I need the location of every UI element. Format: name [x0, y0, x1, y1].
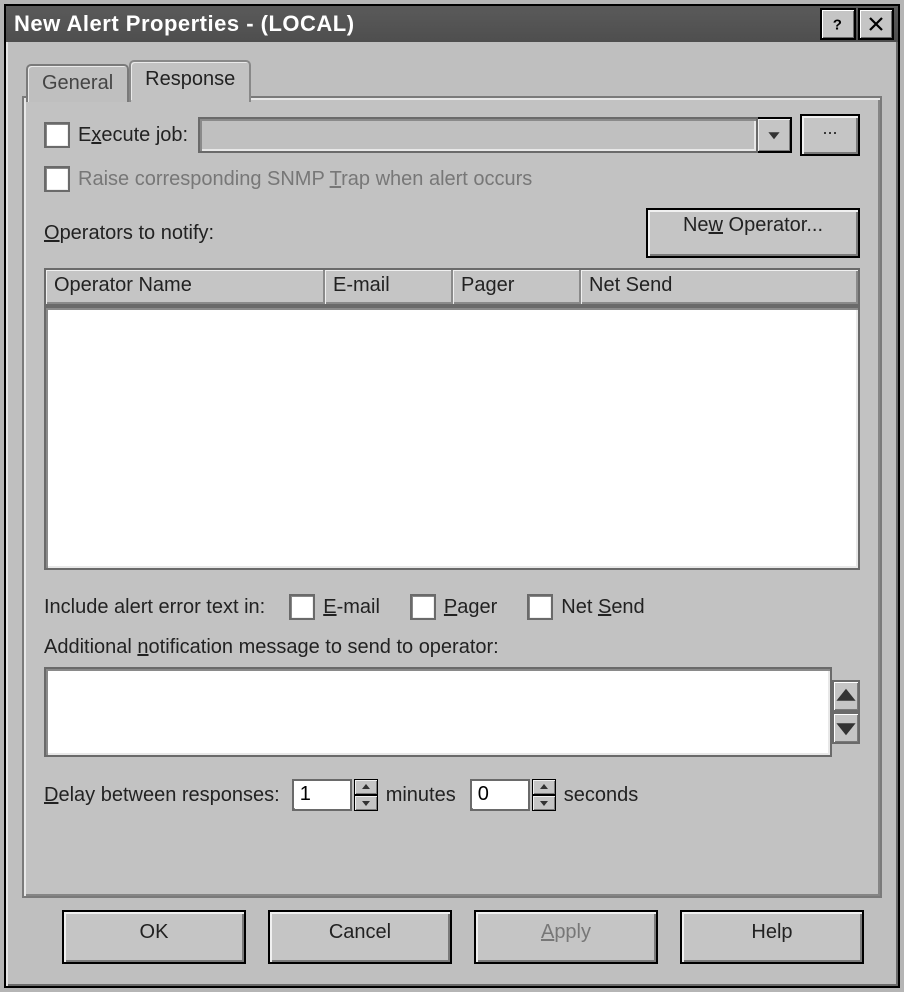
- client-area: General Response Execute job: ...: [14, 52, 890, 978]
- snmp-trap-checkbox[interactable]: [44, 166, 70, 192]
- delay-label: Delay between responses:: [44, 784, 280, 807]
- browse-job-button[interactable]: ...: [800, 114, 860, 156]
- question-icon: ?: [829, 15, 847, 33]
- delay-seconds-spinner[interactable]: [470, 779, 556, 811]
- operators-header-row: Operators to notify: New Operator...: [44, 208, 860, 258]
- addl-msg-label: Additional notification message to send …: [44, 636, 499, 658]
- chevron-up-icon: [361, 783, 371, 791]
- chevron-down-icon: [361, 799, 371, 807]
- addl-msg-textarea[interactable]: [44, 667, 832, 757]
- delay-row: Delay between responses: minutes: [44, 779, 860, 811]
- scroll-down-button[interactable]: [832, 712, 860, 744]
- snmp-row: Raise corresponding SNMP Trap when alert…: [44, 166, 860, 192]
- new-operator-button[interactable]: New Operator...: [646, 208, 860, 258]
- operator-list-body[interactable]: [44, 306, 860, 570]
- minutes-up-button[interactable]: [354, 779, 378, 795]
- addl-msg-section: Additional notification message to send …: [44, 636, 860, 755]
- delay-minutes-input[interactable]: [294, 781, 350, 808]
- chevron-down-icon: [767, 128, 781, 142]
- execute-job-checkbox[interactable]: [44, 122, 70, 148]
- chevron-up-icon: [834, 684, 858, 708]
- execute-job-combo[interactable]: [198, 117, 792, 153]
- include-pager-label: Pager: [444, 596, 497, 619]
- col-netsend[interactable]: Net Send: [581, 270, 858, 304]
- seconds-up-button[interactable]: [532, 779, 556, 795]
- scroll-up-button[interactable]: [832, 680, 860, 712]
- title-bar: New Alert Properties - (LOCAL) ?: [6, 6, 898, 42]
- window-title: New Alert Properties - (LOCAL): [14, 11, 355, 37]
- minutes-word: minutes: [386, 784, 456, 807]
- tab-strip: General Response: [26, 60, 251, 100]
- minutes-down-button[interactable]: [354, 795, 378, 811]
- include-netsend-checkbox[interactable]: [527, 594, 553, 620]
- close-icon: [867, 15, 885, 33]
- seconds-down-button[interactable]: [532, 795, 556, 811]
- col-operator-name[interactable]: Operator Name: [46, 270, 325, 304]
- tab-general[interactable]: General: [26, 64, 129, 102]
- include-netsend-label: Net Send: [561, 596, 644, 619]
- include-pager-checkbox[interactable]: [410, 594, 436, 620]
- snmp-trap-label: Raise corresponding SNMP Trap when alert…: [78, 168, 532, 191]
- include-email-checkbox[interactable]: [289, 594, 315, 620]
- operator-list-header: Operator Name E-mail Pager Net Send: [44, 268, 860, 306]
- close-button-titlebar[interactable]: [858, 8, 894, 40]
- help-button-titlebar[interactable]: ?: [820, 8, 856, 40]
- tab-page-response: Execute job: ... Raise corresponding SNM…: [22, 96, 882, 898]
- dialog-window: New Alert Properties - (LOCAL) ? General…: [4, 4, 900, 988]
- chevron-down-icon: [834, 716, 858, 740]
- col-pager[interactable]: Pager: [453, 270, 581, 304]
- chevron-up-icon: [539, 783, 549, 791]
- delay-minutes-spinner[interactable]: [292, 779, 378, 811]
- chevron-down-icon: [539, 799, 549, 807]
- col-email[interactable]: E-mail: [325, 270, 453, 304]
- ok-button[interactable]: OK: [62, 910, 246, 964]
- execute-job-field[interactable]: [198, 117, 758, 153]
- execute-job-dropdown-button[interactable]: [758, 117, 792, 153]
- dialog-button-bar: OK Cancel Apply Help: [22, 910, 882, 960]
- operator-list: Operator Name E-mail Pager Net Send: [44, 268, 860, 570]
- addl-msg-scrollbar[interactable]: [832, 680, 860, 744]
- include-alert-text-label: Include alert error text in:: [44, 596, 265, 619]
- execute-job-row: Execute job: ...: [44, 114, 860, 156]
- seconds-word: seconds: [564, 784, 639, 807]
- tab-response[interactable]: Response: [129, 60, 251, 102]
- delay-seconds-input[interactable]: [472, 781, 528, 808]
- help-button[interactable]: Help: [680, 910, 864, 964]
- include-email-label: E-mail: [323, 596, 380, 619]
- apply-button[interactable]: Apply: [474, 910, 658, 964]
- svg-text:?: ?: [833, 16, 843, 33]
- addl-msg-container: [44, 669, 860, 755]
- execute-job-label: Execute job:: [78, 124, 188, 147]
- cancel-button[interactable]: Cancel: [268, 910, 452, 964]
- include-row: Include alert error text in: E-mail Page…: [44, 594, 860, 620]
- operators-to-notify-label: Operators to notify:: [44, 222, 214, 245]
